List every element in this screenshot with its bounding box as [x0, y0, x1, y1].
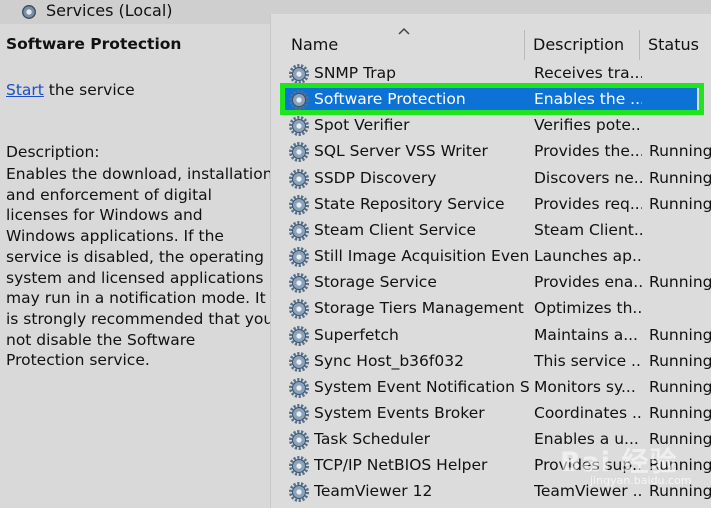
- service-gear-icon: [289, 456, 309, 477]
- service-gear-icon: [289, 64, 309, 84]
- service-name: SNMP Trap: [314, 64, 396, 82]
- service-gear-icon: [289, 220, 309, 241]
- service-row[interactable]: Storage Tiers Management Optimizes th...: [283, 295, 711, 321]
- service-name: Task Scheduler: [314, 430, 430, 449]
- service-gear-icon: [289, 351, 309, 372]
- service-status: Running: [649, 325, 711, 344]
- service-name: SQL Server VSS Writer: [314, 142, 488, 161]
- service-description: Optimizes th...: [534, 299, 642, 318]
- service-row[interactable]: Steam Client Service Steam Client...: [283, 217, 711, 243]
- service-gear-icon: [289, 247, 309, 268]
- service-status: Running: [649, 377, 711, 396]
- service-description: Enables the ...: [534, 90, 642, 109]
- service-name: Still Image Acquisition Events: [314, 247, 529, 266]
- service-row[interactable]: Spot Verifier Verifies pote...: [283, 112, 711, 138]
- service-row[interactable]: Still Image Acquisition Events Launches a…: [283, 243, 711, 269]
- services-gear-icon: [22, 5, 36, 19]
- start-service-suffix: the service: [43, 81, 135, 99]
- services-list-pane: Name Description Status SNMP Trap Receive…: [270, 14, 711, 508]
- service-description: Steam Client...: [534, 220, 642, 239]
- service-name: Software Protection: [314, 90, 466, 109]
- start-service-row: Start the service: [6, 81, 135, 99]
- service-row[interactable]: Storage Service Provides ena... Running: [283, 269, 711, 295]
- service-gear-icon: [289, 482, 309, 503]
- service-description: Monitors sy...: [534, 377, 636, 396]
- service-description: Provides the...: [534, 142, 642, 161]
- console-title: Services (Local): [46, 1, 173, 20]
- service-description: Discovers ne...: [534, 168, 642, 187]
- service-name: SSDP Discovery: [314, 168, 437, 187]
- service-row[interactable]: SNMP Trap Receives tra...: [283, 60, 711, 86]
- service-gear-icon: [289, 273, 309, 294]
- service-row[interactable]: Software Protection Enables the ...: [280, 83, 711, 116]
- service-description: Receives tra...: [534, 64, 642, 82]
- service-name: Spot Verifier: [314, 116, 410, 135]
- service-name: TCP/IP NetBIOS Helper: [314, 456, 488, 475]
- service-gear-icon: [289, 168, 309, 189]
- service-gear-icon: [289, 430, 309, 451]
- selected-service-title: Software Protection: [6, 35, 182, 53]
- service-description: Coordinates ...: [534, 403, 642, 422]
- column-header-description[interactable]: Description: [525, 30, 640, 60]
- service-name: System Event Notification S...: [314, 377, 529, 396]
- service-gear-icon: [289, 403, 309, 424]
- service-gear-icon: [289, 299, 309, 320]
- service-gear-icon: [289, 90, 309, 111]
- service-description: Verifies pote...: [534, 116, 642, 135]
- service-row[interactable]: State Repository Service Provides req... R…: [283, 191, 711, 217]
- service-status: Running: [649, 194, 711, 213]
- column-headers: Name Description Status: [271, 30, 711, 60]
- service-status: Running: [649, 142, 711, 161]
- watermark-url: jingyan.baidu.com: [590, 474, 692, 487]
- service-gear-icon: [289, 377, 309, 398]
- service-status: Running: [649, 403, 711, 422]
- service-name: System Events Broker: [314, 403, 485, 422]
- service-description: Maintains a...: [534, 325, 638, 344]
- service-row[interactable]: SQL Server VSS Writer Provides the... Runn…: [283, 138, 711, 164]
- column-header-name[interactable]: Name: [283, 30, 525, 60]
- start-service-link[interactable]: Start: [6, 81, 44, 99]
- service-row[interactable]: Sync Host_b36f032 This service ... Running: [283, 348, 711, 374]
- service-status: Running: [649, 351, 711, 370]
- service-row[interactable]: System Event Notification S... Monitors s…: [283, 374, 711, 400]
- service-status: Running: [649, 168, 711, 187]
- services-window: Services (Local) Software Protection Sta…: [0, 0, 711, 508]
- service-name: Sync Host_b36f032: [314, 351, 464, 370]
- service-gear-icon: [289, 142, 309, 163]
- service-description: Launches ap...: [534, 247, 642, 266]
- service-row[interactable]: SSDP Discovery Discovers ne... Running: [283, 165, 711, 191]
- service-description-pane: Software Protection Start the service De…: [0, 24, 275, 508]
- service-description: Provides ena...: [534, 273, 642, 292]
- service-row[interactable]: Superfetch Maintains a... Running: [283, 322, 711, 348]
- service-gear-icon: [289, 325, 309, 346]
- service-name: State Repository Service: [314, 194, 505, 213]
- service-description: Provides req...: [534, 194, 642, 213]
- service-gear-icon: [289, 116, 309, 137]
- service-name: Steam Client Service: [314, 220, 477, 239]
- service-name: Storage Tiers Management: [314, 299, 524, 318]
- service-status: Running: [649, 273, 711, 292]
- service-name: TeamViewer 12: [314, 482, 433, 501]
- service-name: Superfetch: [314, 325, 399, 344]
- service-description: This service ...: [534, 351, 642, 370]
- description-text: Enables the download, installation and e…: [6, 165, 274, 370]
- description-heading: Description:: [6, 143, 100, 161]
- service-gear-icon: [289, 194, 309, 215]
- column-header-status[interactable]: Status: [640, 30, 711, 60]
- service-name: Storage Service: [314, 273, 437, 292]
- service-row[interactable]: System Events Broker Coordinates ... Runni…: [283, 400, 711, 426]
